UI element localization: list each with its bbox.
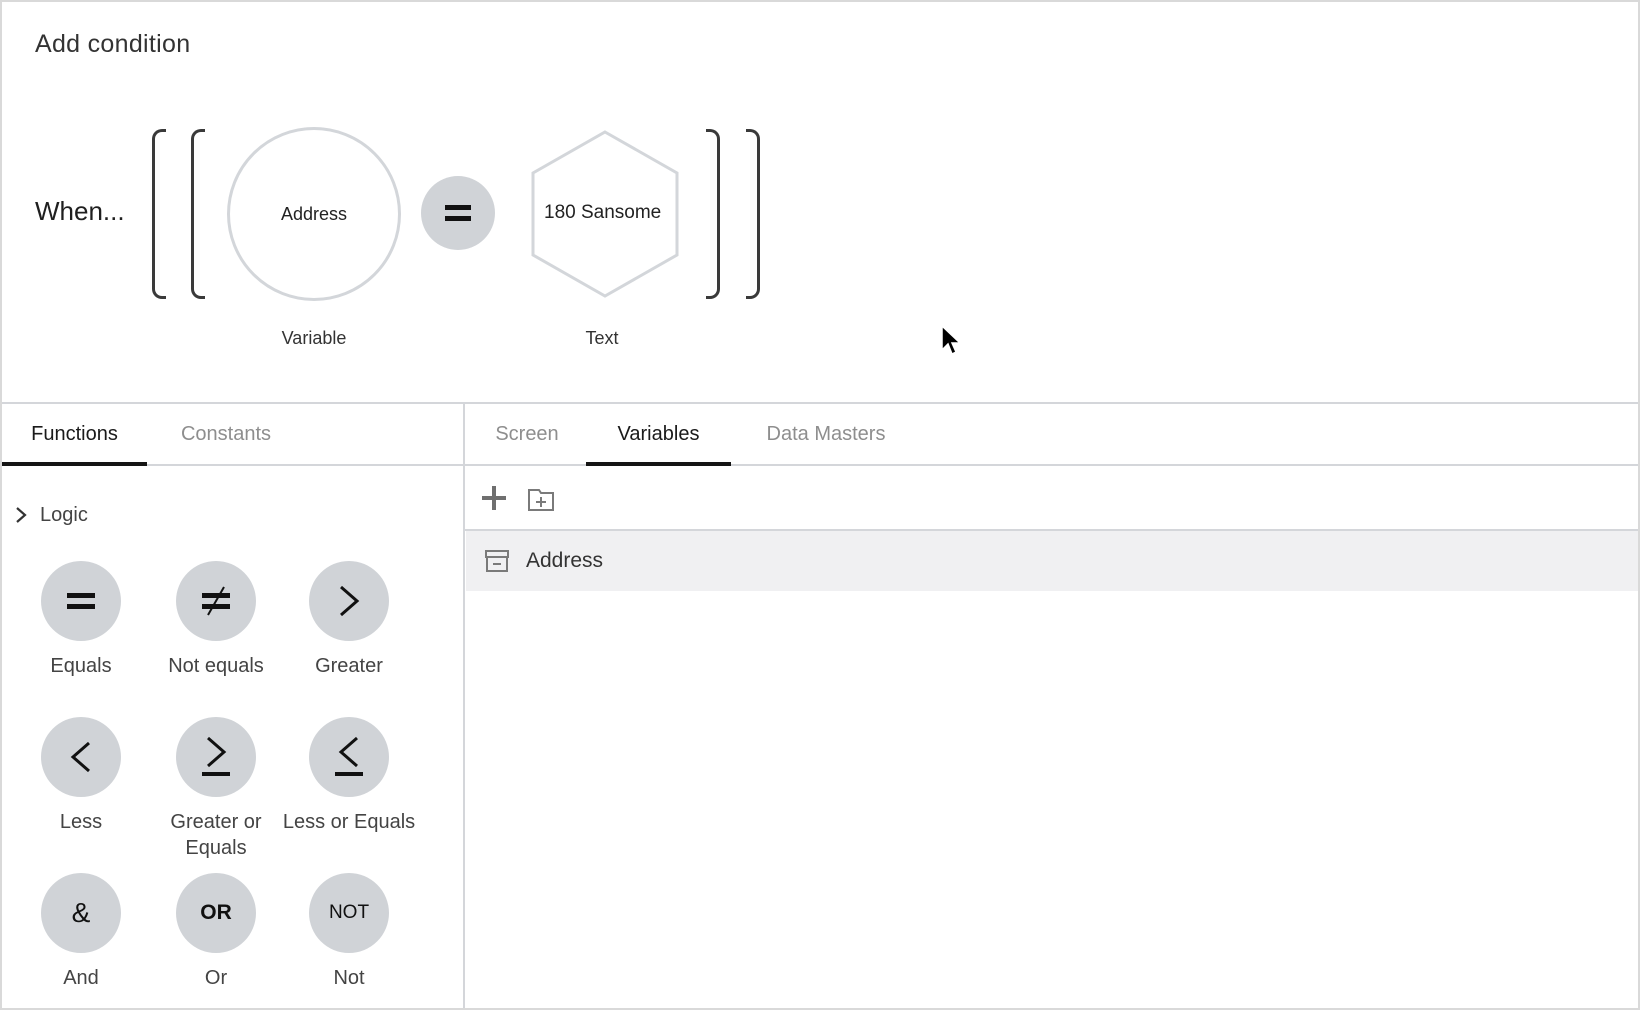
right-operand-value: 180 Sansome [544, 202, 662, 223]
inner-close-bracket [706, 129, 720, 299]
and-icon: & [41, 873, 121, 953]
active-tab-indicator [586, 462, 731, 466]
equals-icon [41, 561, 121, 641]
right-operand-text[interactable]: 180 Sansome [530, 129, 680, 299]
function-less-or-equals[interactable]: Less or Equals [282, 717, 416, 835]
tab-screen-label: Screen [495, 423, 559, 445]
variable-name: Address [526, 549, 604, 572]
function-label: Not equals [168, 655, 264, 677]
tab-screen[interactable]: Screen [478, 403, 576, 465]
not-icon: NOT [309, 873, 389, 953]
section-logic-label: Logic [40, 503, 88, 526]
outer-close-bracket [746, 129, 760, 299]
function-label: Less [59, 811, 103, 833]
tab-functions-label: Functions [31, 423, 118, 445]
greater-or-equal-icon [176, 717, 256, 797]
function-label: Less or Equals [282, 811, 416, 833]
chevron-right-icon [14, 506, 40, 524]
function-equals[interactable]: Equals [14, 561, 148, 679]
tab-data-masters[interactable]: Data Masters [746, 403, 906, 465]
dialog-title: Add condition [35, 30, 191, 58]
less-than-icon [41, 717, 121, 797]
condition-prefix: When... [35, 196, 125, 226]
function-greater[interactable]: Greater [282, 561, 416, 679]
tab-data-masters-label: Data Masters [766, 423, 886, 445]
tab-variables-label: Variables [617, 423, 700, 445]
variable-list-item[interactable]: Address [466, 531, 1638, 591]
active-tab-indicator [2, 462, 147, 466]
mouse-cursor-icon [941, 324, 962, 356]
left-operand-variable[interactable]: Address [227, 127, 401, 301]
add-variable-button[interactable] [481, 485, 507, 516]
function-label: Greater [315, 655, 383, 677]
function-not-equals[interactable]: Not equals [149, 561, 283, 679]
function-label: Not [333, 967, 365, 989]
or-symbol: OR [200, 901, 232, 924]
equals-icon [445, 205, 471, 221]
tab-functions[interactable]: Functions [2, 403, 147, 466]
function-label: Or [204, 967, 228, 989]
panel-divider [463, 403, 465, 1008]
function-greater-or-equals[interactable]: Greater or Equals [149, 717, 283, 861]
add-folder-icon [528, 489, 554, 511]
greater-than-icon [309, 561, 389, 641]
function-or[interactable]: OR Or [149, 873, 283, 991]
left-operand-type-label: Variable [281, 328, 347, 348]
less-or-equal-icon [309, 717, 389, 797]
function-label: And [63, 967, 99, 989]
section-logic-toggle[interactable]: Logic [14, 500, 88, 530]
outer-open-bracket [152, 129, 166, 299]
tab-constants[interactable]: Constants [160, 403, 292, 465]
or-icon: OR [176, 873, 256, 953]
function-label: Equals [50, 655, 112, 677]
function-less[interactable]: Less [14, 717, 148, 835]
add-folder-button[interactable] [527, 486, 555, 517]
tab-variables[interactable]: Variables [586, 403, 731, 466]
tab-constants-label: Constants [180, 423, 272, 445]
function-and[interactable]: & And [14, 873, 148, 991]
inner-open-bracket [191, 129, 205, 299]
not-symbol: NOT [328, 902, 370, 923]
plus-icon [482, 486, 506, 510]
left-operand-value: Address [280, 203, 348, 224]
and-symbol: & [71, 897, 91, 928]
variable-box-icon [484, 549, 510, 573]
not-equals-icon [176, 561, 256, 641]
function-not[interactable]: NOT Not [282, 873, 416, 991]
operator-equals[interactable] [421, 176, 495, 250]
function-label: Greater or Equals [170, 811, 262, 859]
right-operand-type-label: Text [585, 328, 619, 348]
